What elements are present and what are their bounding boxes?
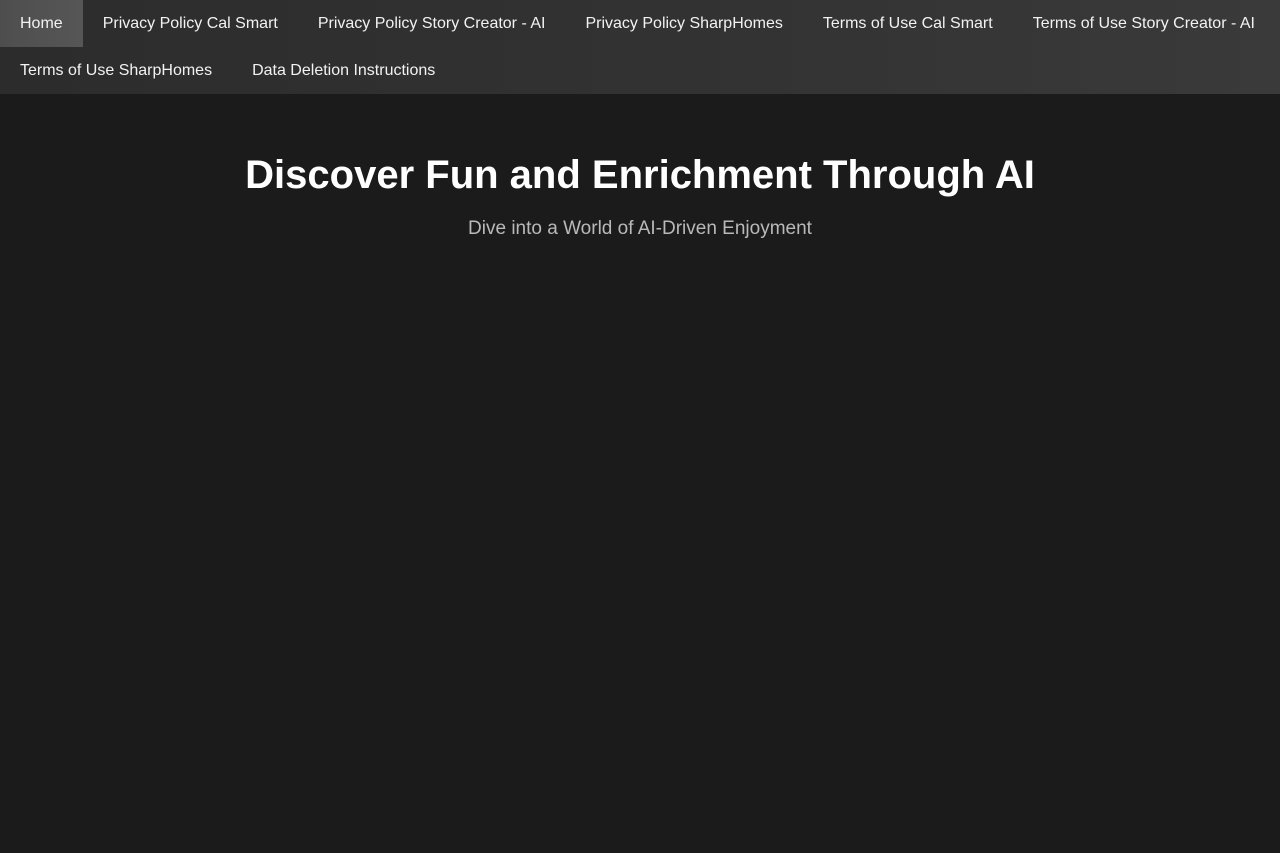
nav-link-privacy-policy-cal-smart[interactable]: Privacy Policy Cal Smart [83, 0, 298, 47]
hero-section: Discover Fun and Enrichment Through AI D… [0, 94, 1280, 241]
nav-link-terms-sharphomes[interactable]: Terms of Use SharpHomes [0, 47, 232, 94]
top-navigation-bar: Home Privacy Policy Cal Smart Privacy Po… [0, 0, 1280, 94]
page-title: Discover Fun and Enrichment Through AI [245, 153, 1035, 197]
nav-link-privacy-policy-story-creator[interactable]: Privacy Policy Story Creator - AI [298, 0, 566, 47]
nav-link-data-deletion[interactable]: Data Deletion Instructions [232, 47, 455, 94]
nav-link-terms-cal-smart[interactable]: Terms of Use Cal Smart [803, 0, 1013, 47]
nav-link-terms-story-creator[interactable]: Terms of Use Story Creator - AI [1013, 0, 1275, 47]
nav-link-privacy-policy-sharphomes[interactable]: Privacy Policy SharpHomes [565, 0, 802, 47]
page-subtitle: Dive into a World of AI-Driven Enjoyment [468, 218, 812, 239]
nav-link-home[interactable]: Home [0, 0, 83, 47]
